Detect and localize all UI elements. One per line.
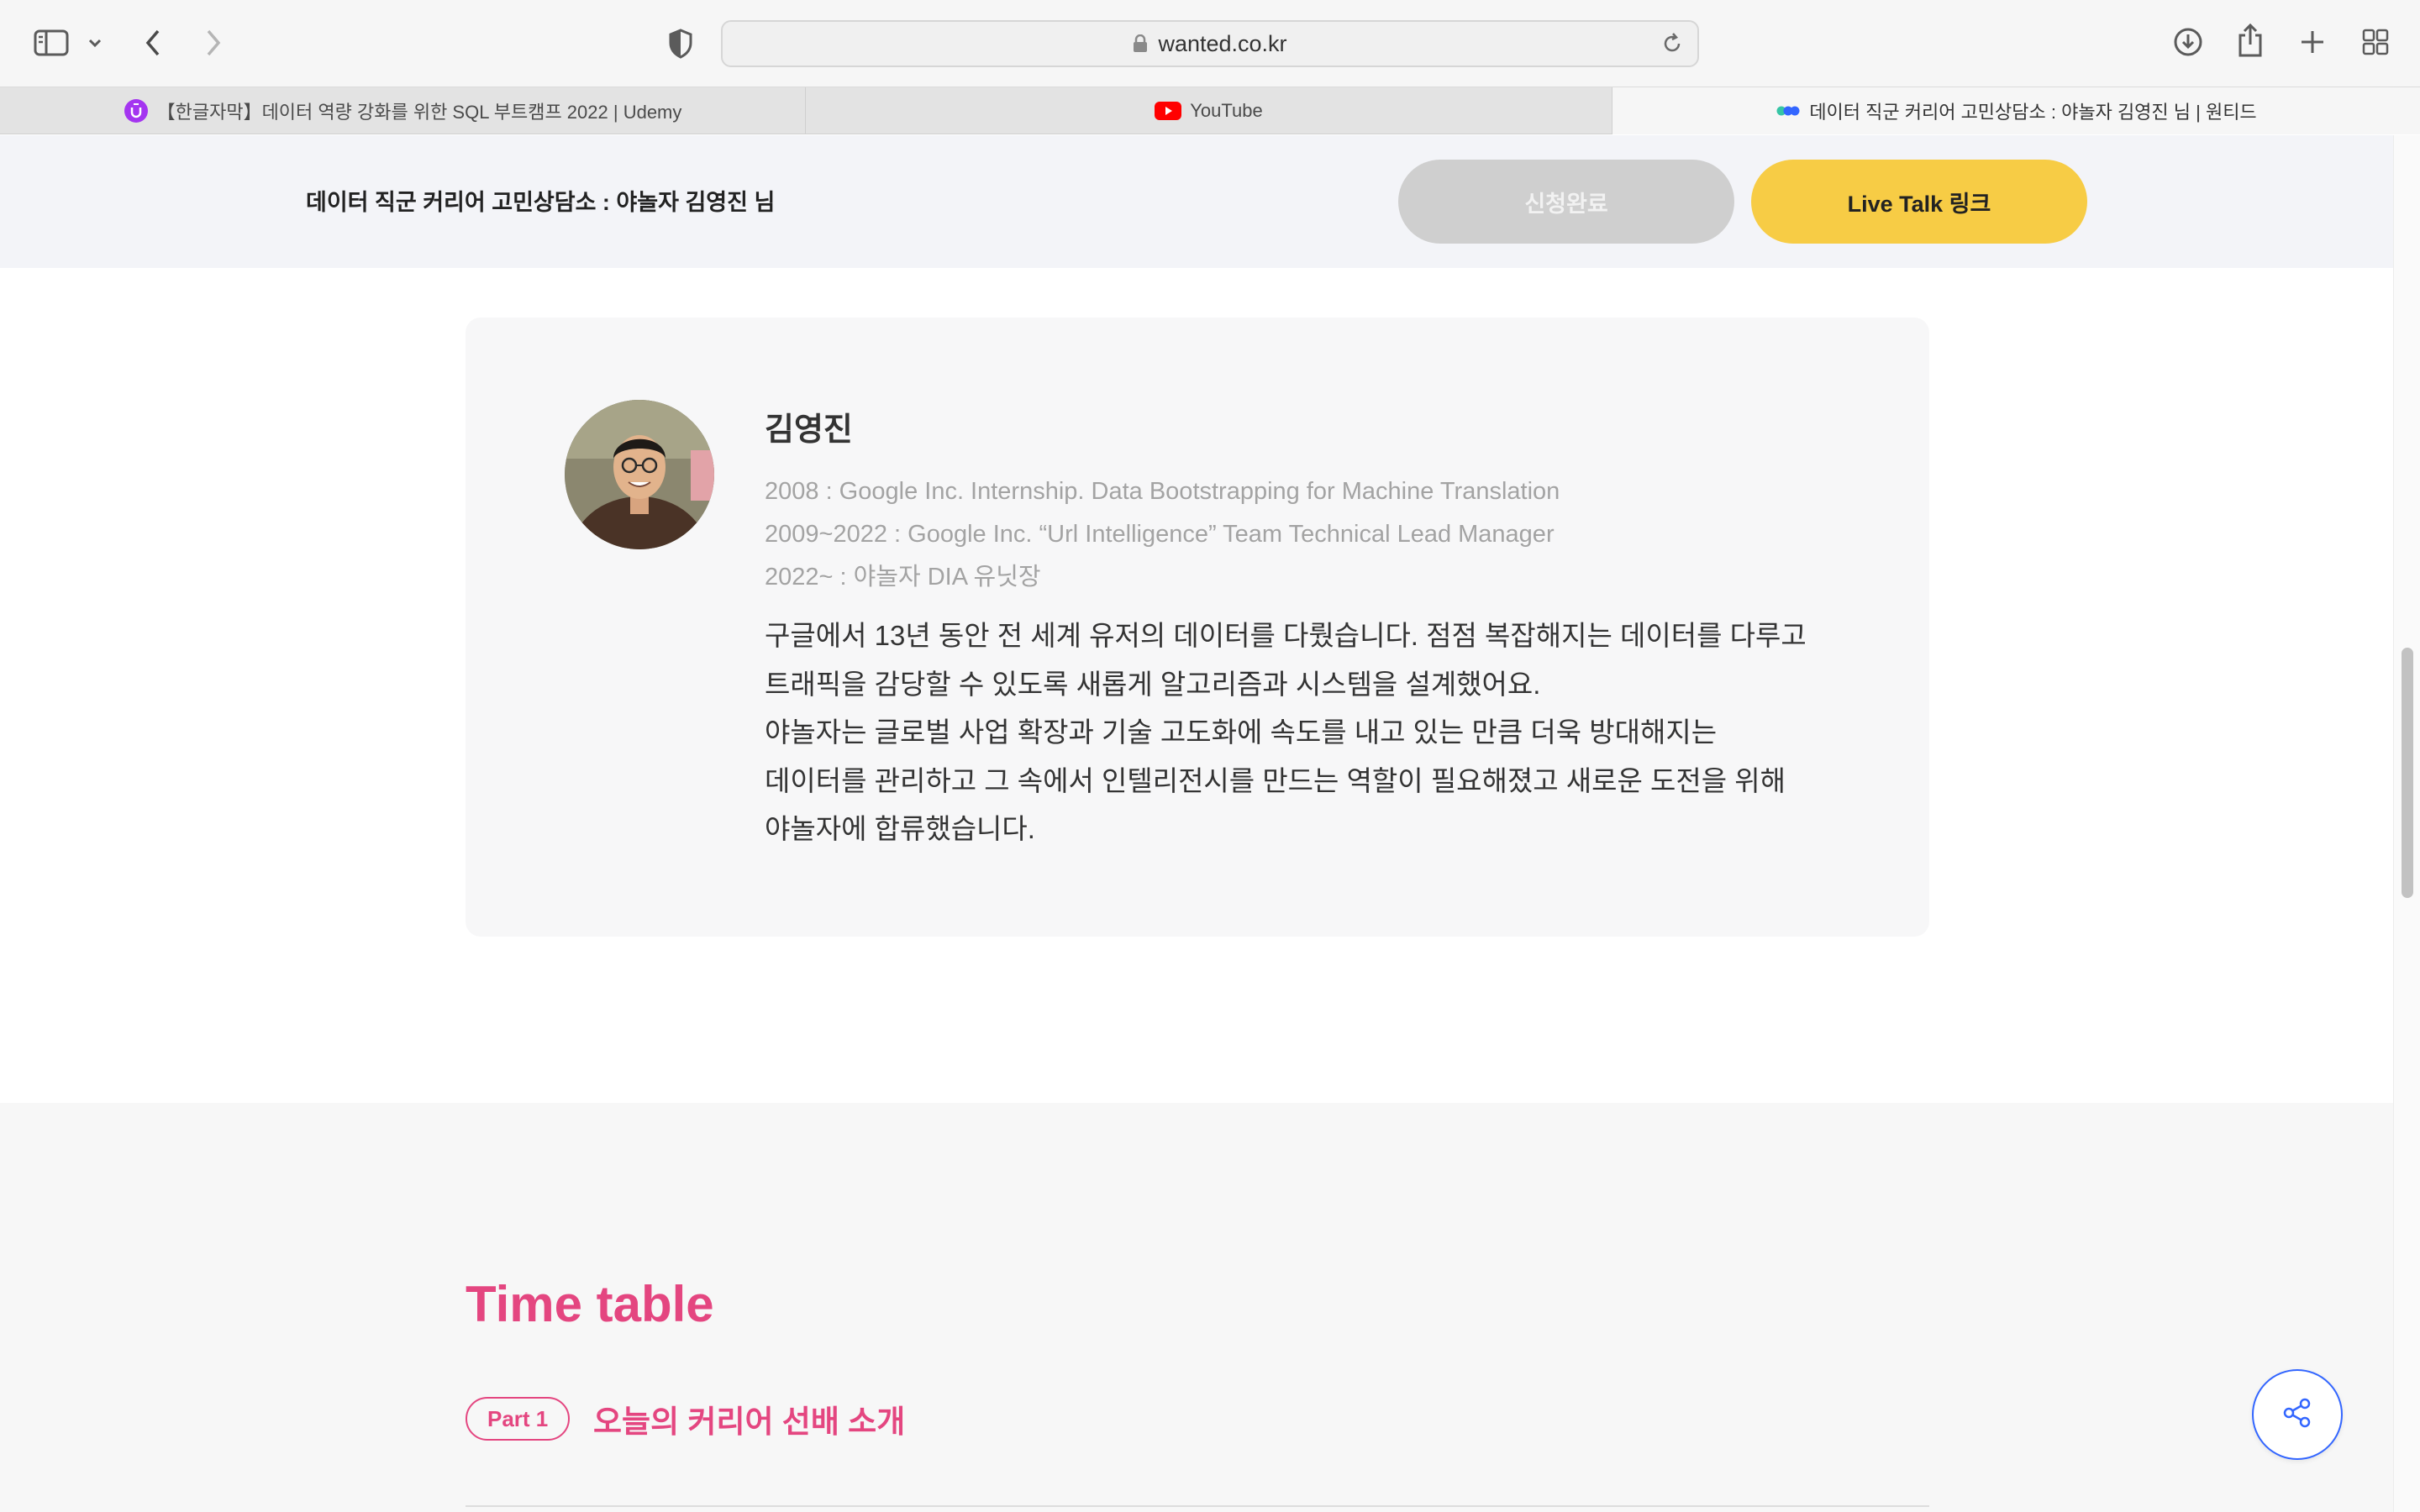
browser-toolbar: wanted.co.kr <box>0 0 2420 87</box>
tab-group-dropdown[interactable] <box>86 32 104 54</box>
share-nodes-icon <box>2279 1394 2316 1436</box>
timetable-title: Time table <box>466 1276 714 1332</box>
share-icon <box>2237 23 2264 58</box>
grid-icon <box>2362 29 2389 55</box>
tab-label: 데이터 직군 커리어 고민상담소 : 야놀자 김영진 님 | 원티드 <box>1809 102 2257 123</box>
chevron-right-icon <box>204 29 223 57</box>
chevron-down-icon <box>87 38 103 48</box>
speaker-avatar <box>565 400 714 549</box>
speaker-bio: 구글에서 13년 동안 전 세계 유저의 데이터를 다뤘습니다. 점점 복잡해지… <box>765 612 1823 853</box>
youtube-icon <box>1155 101 1182 121</box>
tab-wanted[interactable]: 데이터 직군 커리어 고민상담소 : 야놀자 김영진 님 | 원티드 <box>1612 87 2420 134</box>
scrollbar-thumb[interactable] <box>2402 648 2413 898</box>
tab-label: YouTube <box>1190 100 1263 121</box>
lock-icon <box>1133 34 1148 53</box>
bio-line: 데이터를 관리하고 그 속에서 인텔리전시를 만드는 역할이 필요해졌고 새로운… <box>765 764 1786 796</box>
udemy-icon <box>124 98 149 123</box>
main-content: 김영진 2008 : Google Inc. Internship. Data … <box>0 268 2393 1512</box>
bio-line: 야놀자는 글로벌 사업 확장과 기술 고도화에 속도를 내고 있는 만큼 더욱 … <box>765 717 1718 748</box>
page-scrollbar[interactable] <box>2393 135 2420 1512</box>
event-title: 데이터 직군 커리어 고민상담소 : 야놀자 김영진 님 <box>306 190 776 215</box>
bio-line: 구글에서 13년 동안 전 세계 유저의 데이터를 다뤘습니다. 점점 복잡해지… <box>765 620 1807 651</box>
new-tab-button[interactable] <box>2297 25 2328 59</box>
shield-icon <box>668 29 693 59</box>
reload-icon[interactable] <box>1660 32 1684 60</box>
applied-button[interactable]: 신청완료 <box>1398 160 1734 244</box>
speaker-name: 김영진 <box>765 412 853 448</box>
timetable-section: Time table Part 1 오늘의 커리어 선배 소개 <box>0 1103 2393 1512</box>
career-item: 2009~2022 : Google Inc. “Url Intelligenc… <box>765 521 1555 548</box>
share-page-button[interactable] <box>2235 22 2265 59</box>
download-icon <box>2173 27 2203 57</box>
chevron-left-icon <box>144 29 162 57</box>
tab-label: 【한글자막】데이터 역량 강화를 위한 SQL 부트캠프 2022 | Udem… <box>156 102 682 123</box>
speaker-career-list: 2008 : Google Inc. Internship. Data Boot… <box>765 470 1560 599</box>
part-title: 오늘의 커리어 선배 소개 <box>593 1404 906 1439</box>
forward-button[interactable] <box>198 25 229 60</box>
bio-line: 야놀자에 합류했습니다. <box>765 813 1035 844</box>
part-badge: Part 1 <box>466 1397 571 1441</box>
wanted-icon <box>1776 105 1801 117</box>
address-bar[interactable]: wanted.co.kr <box>721 20 1699 67</box>
tab-bar: 【한글자막】데이터 역량 강화를 위한 SQL 부트캠프 2022 | Udem… <box>0 87 2420 134</box>
speaker-profile-card: 김영진 2008 : Google Inc. Internship. Data … <box>466 318 1929 937</box>
privacy-report-button[interactable] <box>666 27 696 60</box>
address-url: wanted.co.kr <box>1158 30 1287 56</box>
bio-line: 트래픽을 감당할 수 있도록 새롭게 알고리즘과 시스템을 설계했어요. <box>765 668 1541 700</box>
sidebar-toggle-button[interactable] <box>32 25 71 60</box>
downloads-button[interactable] <box>2171 25 2205 59</box>
career-item: 2022~ : 야놀자 DIA 유닛장 <box>765 564 1041 591</box>
event-header: 데이터 직군 커리어 고민상담소 : 야놀자 김영진 님 신청완료 Live T… <box>0 135 2393 268</box>
floating-share-button[interactable] <box>2252 1369 2343 1460</box>
tab-overview-button[interactable] <box>2360 25 2391 59</box>
sidebar-icon <box>34 29 69 56</box>
tab-udemy[interactable]: 【한글자막】데이터 역량 강화를 위한 SQL 부트캠프 2022 | Udem… <box>0 87 806 134</box>
back-button[interactable] <box>138 25 168 60</box>
career-item: 2008 : Google Inc. Internship. Data Boot… <box>765 478 1560 505</box>
tab-youtube[interactable]: YouTube <box>806 87 1612 134</box>
live-talk-button[interactable]: Live Talk 링크 <box>1751 160 2087 244</box>
section-divider <box>466 1505 1929 1507</box>
plus-icon <box>2300 29 2325 55</box>
